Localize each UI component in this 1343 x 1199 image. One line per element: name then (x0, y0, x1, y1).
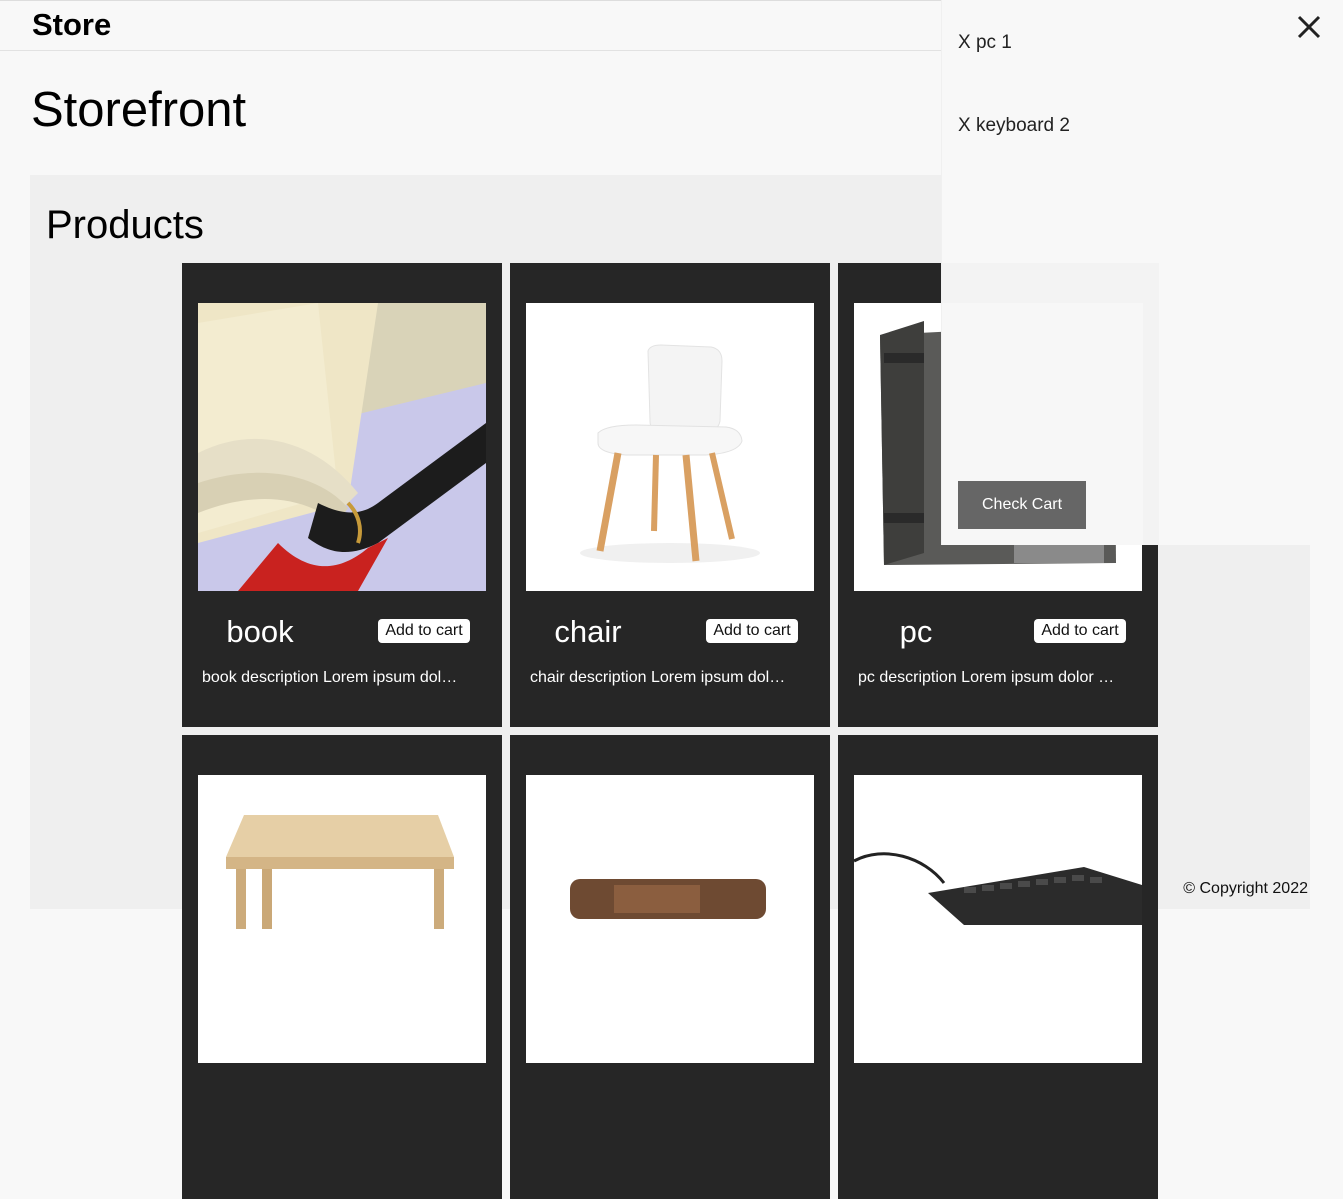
page-title: Storefront (31, 83, 247, 137)
product-name: chair (554, 614, 622, 649)
product-description: book description Lorem ipsum dolor sit a… (202, 669, 464, 686)
product-description: pc description Lorem ipsum dolor sit ame… (858, 669, 1120, 686)
product-name: pc (899, 614, 933, 649)
add-to-cart-button[interactable]: Add to cart (706, 619, 798, 643)
product-image-table (198, 775, 486, 1063)
product-name: book (226, 614, 294, 649)
product-image-keyboard (854, 775, 1142, 1063)
product-card-book: book Add to cart book description Lorem … (182, 263, 502, 727)
product-image-desk (526, 775, 814, 1063)
product-card-keyboard (838, 735, 1158, 1199)
cart-item-pc[interactable]: X pc 1 (958, 32, 1012, 54)
products-heading: Products (46, 203, 204, 247)
top-bar: Store (0, 0, 941, 51)
product-image-chair (526, 303, 814, 591)
brand-title: Store (32, 7, 112, 42)
copyright-text: © Copyright 2022 (1183, 880, 1308, 897)
product-image-book (198, 303, 486, 591)
add-to-cart-button[interactable]: Add to cart (378, 619, 470, 643)
add-to-cart-button[interactable]: Add to cart (1034, 619, 1126, 643)
close-icon[interactable] (1296, 14, 1322, 40)
cart-item-keyboard[interactable]: X keyboard 2 (958, 115, 1070, 137)
product-card-desk (510, 735, 830, 1199)
product-card-chair: chair Add to cart chair description Lore… (510, 263, 830, 727)
product-card-table (182, 735, 502, 1199)
cart-panel: X pc 1 X keyboard 2 Check Cart (941, 0, 1343, 545)
check-cart-button[interactable]: Check Cart (958, 481, 1086, 529)
product-description: chair description Lorem ipsum dolor sit … (530, 669, 792, 686)
